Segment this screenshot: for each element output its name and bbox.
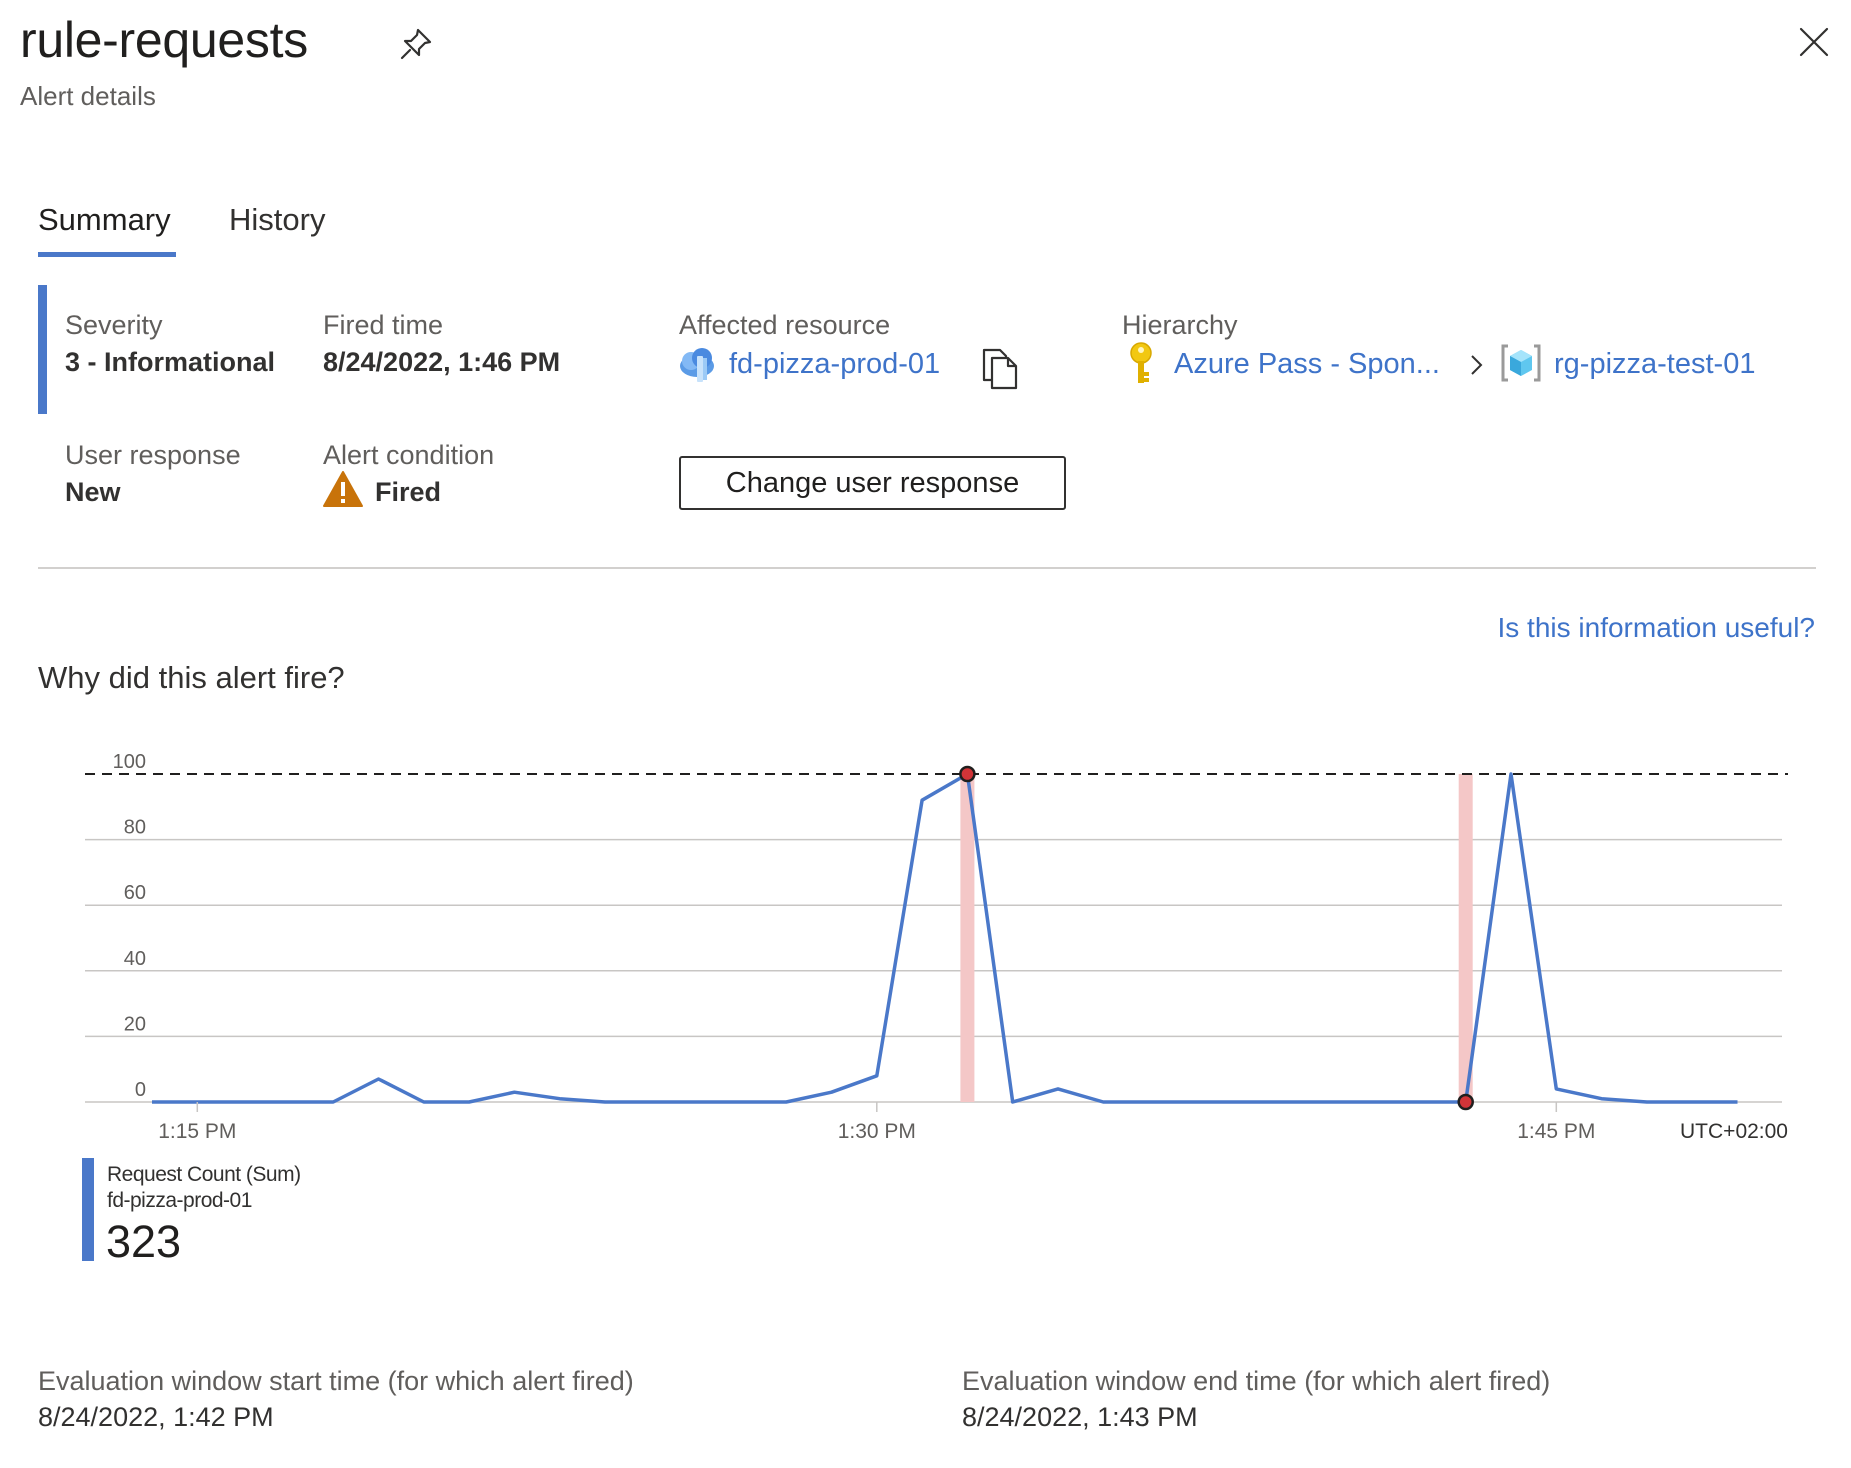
key-icon: [1126, 342, 1156, 386]
active-tab-indicator: [38, 252, 176, 257]
eval-end-label: Evaluation window end time (for which al…: [962, 1366, 1551, 1396]
eval-end-value: 8/24/2022, 1:43 PM: [962, 1402, 1198, 1432]
hierarchy-resource-group-link[interactable]: rg-pizza-test-01: [1554, 346, 1755, 382]
resource-group-icon: [1500, 342, 1542, 384]
y-tick-label: 20: [124, 1013, 146, 1035]
chevron-right-icon: [1466, 352, 1486, 378]
eval-start-label: Evaluation window start time (for which …: [38, 1366, 634, 1396]
legend-series-name: Request Count (Sum): [107, 1163, 301, 1186]
y-tick-label: 100: [113, 751, 146, 773]
front-door-icon: [677, 344, 717, 384]
severity-accent-bar: [38, 285, 47, 414]
y-tick-label: 60: [124, 882, 146, 904]
user-response-label: User response: [65, 440, 241, 470]
request-count-chart: 0 20 40 60 80 100 1:15 PM 1:30 PM 1:45 PM UTC+02:…: [85, 751, 1788, 1143]
fired-time-label: Fired time: [323, 310, 444, 340]
page-subtitle: Alert details: [20, 81, 156, 111]
pin-icon[interactable]: [398, 26, 434, 62]
change-user-response-button[interactable]: Change user response: [679, 456, 1066, 510]
user-response-value: New: [65, 477, 121, 507]
series-line: [152, 772, 1738, 1104]
x-tick-label: 1:45 PM: [1517, 1120, 1595, 1143]
legend-resource-name: fd-pizza-prod-01: [107, 1189, 252, 1212]
alert-band: [1458, 774, 1473, 1102]
tab-history[interactable]: History: [229, 200, 325, 240]
copy-icon[interactable]: [982, 348, 1018, 390]
eval-start-value: 8/24/2022, 1:42 PM: [38, 1402, 274, 1432]
why-heading: Why did this alert fire?: [38, 660, 345, 695]
affected-resource-link[interactable]: fd-pizza-prod-01: [729, 346, 940, 382]
x-tick-label: 1:30 PM: [838, 1120, 916, 1143]
hierarchy-subscription-link[interactable]: Azure Pass - Spon...: [1174, 346, 1440, 382]
fired-time-value: 8/24/2022, 1:46 PM: [323, 347, 561, 377]
feedback-link[interactable]: Is this information useful?: [1498, 610, 1816, 646]
alert-condition-label: Alert condition: [323, 440, 495, 470]
severity-label: Severity: [65, 310, 163, 340]
hierarchy-label: Hierarchy: [1122, 310, 1238, 340]
y-tick-label: 40: [124, 948, 146, 970]
alert-point: [1457, 1093, 1474, 1111]
divider: [38, 567, 1816, 569]
x-tick-label: 1:15 PM: [158, 1120, 236, 1143]
warning-icon: [322, 470, 364, 508]
tab-summary[interactable]: Summary: [38, 200, 171, 240]
legend-total-value: 323: [106, 1216, 182, 1267]
timezone-label: UTC+02:00: [1680, 1120, 1788, 1143]
close-icon[interactable]: [1798, 26, 1830, 58]
legend-color-bar: [82, 1158, 94, 1261]
alert-condition-value: Fired: [375, 477, 442, 507]
alert-band: [960, 774, 975, 1102]
page-title: rule-requests: [20, 12, 308, 68]
severity-value: 3 - Informational: [65, 347, 276, 377]
y-tick-label: 0: [135, 1079, 146, 1101]
alert-point: [959, 765, 976, 783]
y-tick-label: 80: [124, 817, 146, 839]
affected-resource-label: Affected resource: [679, 310, 891, 340]
